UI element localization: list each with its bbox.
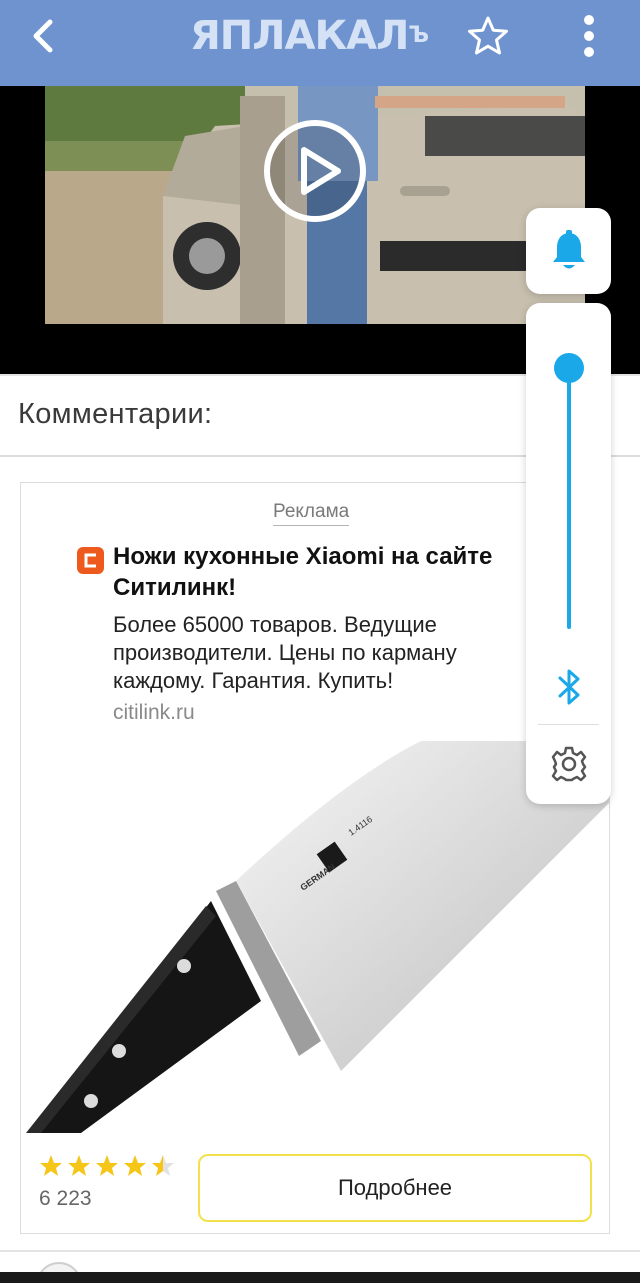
divider bbox=[0, 1250, 640, 1252]
rating-stars bbox=[39, 1153, 179, 1188]
volume-panel bbox=[526, 303, 611, 804]
volume-slider-track[interactable] bbox=[567, 357, 571, 629]
gear-icon[interactable] bbox=[550, 745, 588, 783]
comments-heading: Комментарии: bbox=[18, 398, 213, 430]
back-arrow-icon[interactable] bbox=[24, 16, 64, 56]
ad-title[interactable]: Ножи кухонные Xiaomi на сайте Ситилинк! bbox=[113, 541, 543, 603]
reviews-count: 6 223 bbox=[39, 1187, 92, 1210]
ad-card[interactable]: Реклама Ножи кухонные Xiaomi на сайте Си… bbox=[20, 482, 610, 1234]
site-logo[interactable]: ЯПЛАКАЛЪ bbox=[190, 13, 429, 59]
volume-slider-thumb[interactable] bbox=[554, 352, 584, 383]
knife-product-image[interactable]: GERMAN 1.4116 bbox=[21, 741, 610, 1133]
ad-label: Реклама bbox=[273, 501, 350, 526]
ringer-mode-button[interactable] bbox=[526, 208, 611, 294]
ad-domain-link[interactable]: citilink.ru bbox=[113, 701, 195, 725]
app-header: ЯПЛАКАЛЪ bbox=[0, 0, 640, 86]
more-vertical-icon[interactable] bbox=[574, 12, 604, 60]
logo-suffix: Ъ bbox=[408, 23, 429, 48]
logo-text: ЯПЛАКАЛ bbox=[190, 13, 409, 59]
system-navigation-bar bbox=[0, 1272, 640, 1283]
bluetooth-icon[interactable] bbox=[554, 667, 584, 707]
more-details-button[interactable]: Подробнее bbox=[198, 1154, 592, 1222]
play-icon[interactable] bbox=[262, 118, 368, 224]
bell-icon bbox=[553, 230, 585, 269]
citilink-logo-icon bbox=[77, 547, 104, 574]
ad-description: Более 65000 товаров. Ведущие производите… bbox=[113, 612, 457, 693]
divider bbox=[538, 724, 599, 725]
star-outline-icon[interactable] bbox=[466, 14, 510, 58]
